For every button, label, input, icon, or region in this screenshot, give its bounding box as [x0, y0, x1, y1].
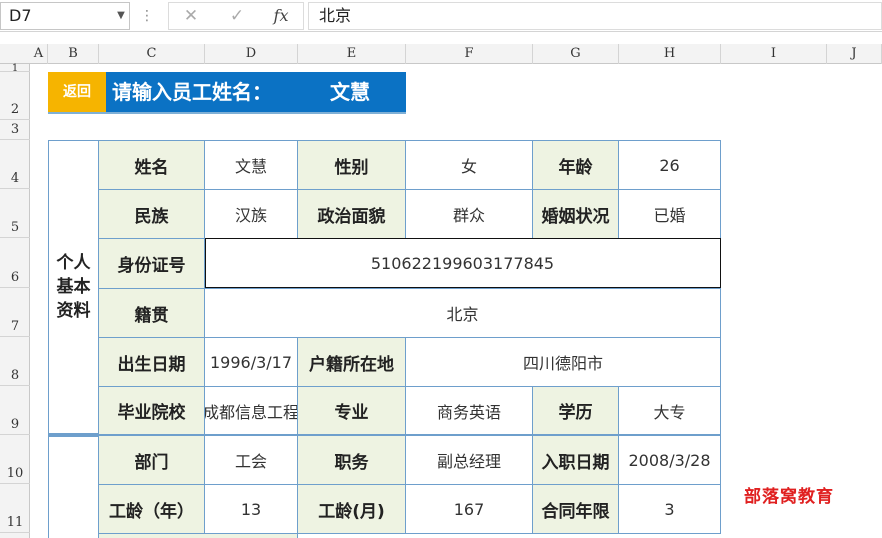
- value-native-place[interactable]: 北京: [205, 289, 721, 338]
- row-header-6[interactable]: 6: [0, 238, 30, 288]
- label-major[interactable]: 专业: [298, 387, 406, 435]
- column-header-j[interactable]: J: [827, 44, 882, 64]
- value-name[interactable]: 文慧: [205, 141, 298, 190]
- label-years-of-service[interactable]: 工龄（年）: [99, 485, 205, 534]
- name-box[interactable]: D7: [0, 2, 130, 30]
- label-department[interactable]: 部门: [99, 436, 205, 485]
- row-header-1[interactable]: 1: [0, 63, 30, 74]
- value-household-location[interactable]: 四川德阳市: [406, 338, 721, 387]
- label-native-place[interactable]: 籍贯: [99, 289, 205, 338]
- section-label-line2: 基本: [56, 277, 91, 297]
- value-department[interactable]: 工会: [205, 436, 298, 485]
- row-header-10[interactable]: 10: [0, 435, 30, 484]
- value-contract-term[interactable]: 3: [619, 485, 721, 534]
- value-age[interactable]: 26: [619, 141, 721, 190]
- row-headers: 1 2 3 4 5 6 7 8 9 10 11: [0, 63, 30, 538]
- column-header-c[interactable]: C: [99, 44, 205, 64]
- next-row-label: [99, 534, 298, 538]
- formula-input[interactable]: 北京: [308, 2, 882, 30]
- row-header-9[interactable]: 9: [0, 386, 30, 435]
- watermark: 部落窝教育: [744, 487, 834, 507]
- label-position[interactable]: 职务: [298, 436, 406, 485]
- label-household-location[interactable]: 户籍所在地: [298, 338, 406, 387]
- employee-name-input[interactable]: 文慧: [330, 72, 370, 112]
- cancel-icon[interactable]: ✕: [171, 3, 211, 29]
- value-marital-status[interactable]: 已婚: [619, 190, 721, 239]
- value-birth-date[interactable]: 1996/3/17: [205, 338, 298, 387]
- section-work-info[interactable]: [48, 436, 99, 538]
- label-id-number[interactable]: 身份证号: [99, 239, 205, 289]
- column-header-b[interactable]: B: [48, 44, 99, 64]
- label-age[interactable]: 年龄: [533, 141, 619, 190]
- label-hire-date[interactable]: 入职日期: [533, 436, 619, 485]
- row-header-11[interactable]: 11: [0, 484, 30, 533]
- label-birth-date[interactable]: 出生日期: [99, 338, 205, 387]
- column-header-a[interactable]: A: [30, 44, 48, 64]
- row-header-3[interactable]: 3: [0, 120, 30, 140]
- formula-buttons: ✕ ✓ fx: [168, 2, 304, 30]
- column-header-e[interactable]: E: [298, 44, 406, 64]
- drag-handle-icon[interactable]: ⋮: [140, 2, 154, 30]
- label-education[interactable]: 学历: [533, 387, 619, 435]
- column-header-d[interactable]: D: [205, 44, 298, 64]
- section-personal-info[interactable]: 个人 基本 资料: [48, 140, 99, 434]
- value-ethnicity[interactable]: 汉族: [205, 190, 298, 239]
- row-header-2[interactable]: 2: [0, 72, 30, 120]
- banner-underline: [48, 112, 406, 114]
- name-search-banner: 请输入员工姓名： 文慧: [106, 72, 406, 112]
- column-header-h[interactable]: H: [619, 44, 721, 64]
- value-political-status[interactable]: 群众: [406, 190, 533, 239]
- label-ethnicity[interactable]: 民族: [99, 190, 205, 239]
- value-education[interactable]: 大专: [619, 387, 721, 435]
- label-contract-term[interactable]: 合同年限: [533, 485, 619, 534]
- value-months-of-service[interactable]: 167: [406, 485, 533, 534]
- value-position[interactable]: 副总经理: [406, 436, 533, 485]
- value-id-number[interactable]: 510622199603177845: [205, 239, 721, 289]
- row-header-7[interactable]: 7: [0, 288, 30, 337]
- row-header-5[interactable]: 5: [0, 189, 30, 238]
- enter-icon[interactable]: ✓: [217, 3, 257, 29]
- row-header-8[interactable]: 8: [0, 337, 30, 386]
- column-header-f[interactable]: F: [406, 44, 533, 64]
- back-button[interactable]: 返回: [48, 72, 106, 112]
- chevron-down-icon[interactable]: ▼: [112, 2, 130, 30]
- section-label-line1: 个人: [56, 253, 91, 273]
- label-name[interactable]: 姓名: [99, 141, 205, 190]
- column-header-i[interactable]: I: [721, 44, 827, 64]
- value-gender[interactable]: 女: [406, 141, 533, 190]
- section-label-line3: 资料: [56, 301, 91, 321]
- value-major[interactable]: 商务英语: [406, 387, 533, 435]
- label-school[interactable]: 毕业院校: [99, 387, 205, 435]
- insert-function-icon[interactable]: fx: [261, 3, 301, 29]
- value-hire-date[interactable]: 2008/3/28: [619, 436, 721, 485]
- value-school[interactable]: 成都信息工程: [205, 387, 298, 435]
- column-header-g[interactable]: G: [533, 44, 619, 64]
- label-months-of-service[interactable]: 工龄(月): [298, 485, 406, 534]
- column-headers: A B C D E F G H I J: [0, 44, 882, 64]
- banner-prompt: 请输入员工姓名：: [112, 80, 272, 104]
- label-political-status[interactable]: 政治面貌: [298, 190, 406, 239]
- label-gender[interactable]: 性别: [298, 141, 406, 190]
- value-years-of-service[interactable]: 13: [205, 485, 298, 534]
- row-header-4[interactable]: 4: [0, 140, 30, 189]
- label-marital-status[interactable]: 婚姻状况: [533, 190, 619, 239]
